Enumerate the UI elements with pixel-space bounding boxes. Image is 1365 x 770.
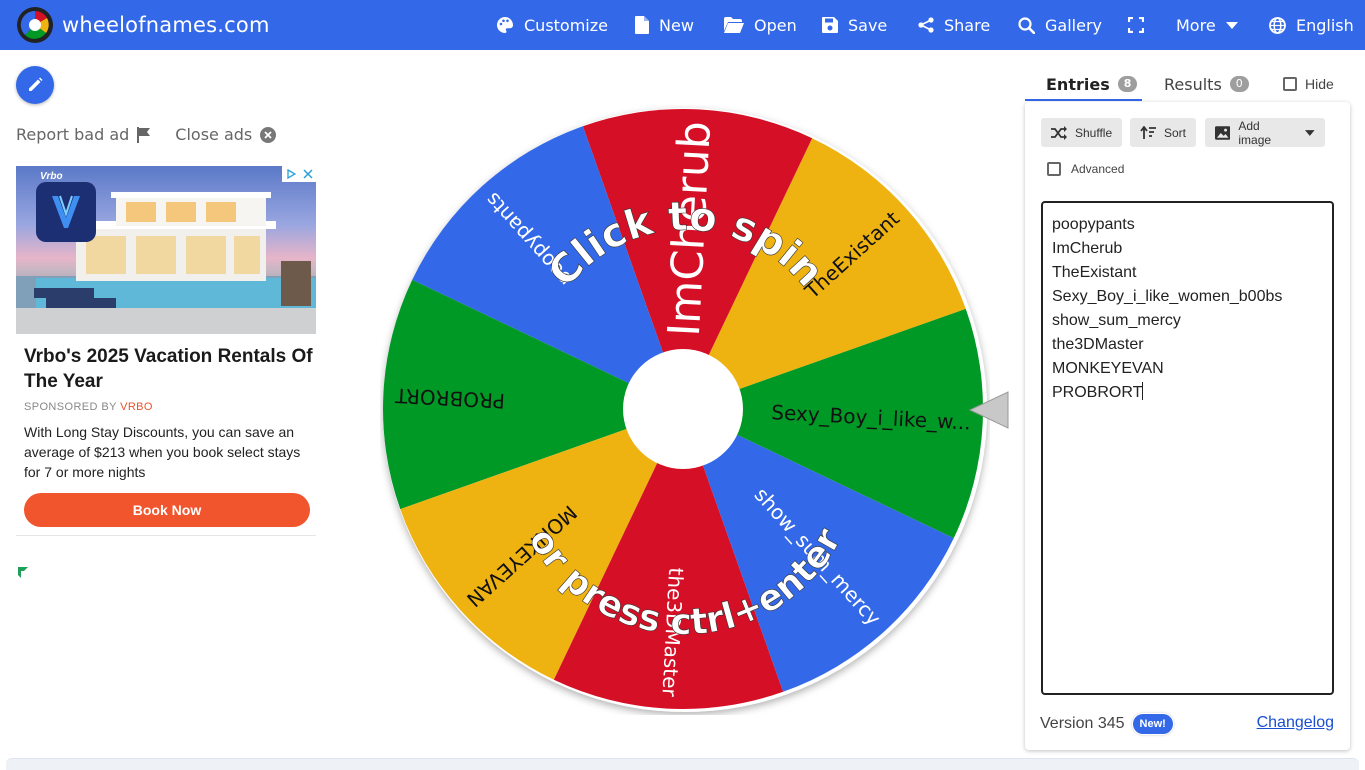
version-label: Version 345: [1040, 715, 1125, 732]
ad-image[interactable]: Vrbo: [16, 166, 316, 334]
nav-customize[interactable]: Customize: [496, 0, 608, 50]
ad-body: With Long Stay Discounts, you can save a…: [24, 424, 301, 480]
nav-label: New: [659, 15, 694, 35]
vrbo-logo-mark-icon: [52, 195, 80, 228]
folder-open-icon: [724, 17, 744, 33]
freestar-icon[interactable]: [18, 567, 28, 578]
sort-label: Sort: [1164, 125, 1187, 140]
hide-checkbox[interactable]: [1283, 77, 1297, 91]
tab-results-label: Results: [1164, 74, 1222, 94]
nav-new[interactable]: New: [635, 0, 694, 50]
nav-fullscreen[interactable]: [1128, 0, 1144, 50]
new-badge[interactable]: New!: [1132, 714, 1173, 734]
ad-title[interactable]: Vrbo's 2025 Vacation Rentals Of The Year: [24, 344, 314, 394]
globe-icon: [1269, 16, 1286, 34]
entry-line: the3DMaster: [1052, 336, 1144, 353]
bottom-strip: [6, 758, 1359, 770]
search-icon: [1018, 16, 1035, 34]
fullscreen-icon: [1128, 17, 1144, 33]
hide-label: Hide: [1305, 76, 1334, 92]
ad-close-icon: [302, 169, 313, 179]
nav-share[interactable]: Share: [918, 0, 990, 50]
wheel-hub[interactable]: [623, 349, 743, 469]
version-info: Version 345 New!: [1040, 714, 1173, 734]
pencil-icon: [29, 77, 43, 91]
entries-textarea[interactable]: poopypants ImCherub TheExistant Sexy_Boy_i_…: [1041, 201, 1334, 695]
close-ads-label: Close ads: [175, 125, 253, 144]
shuffle-label: Shuffle: [1075, 125, 1113, 140]
nav-label: Gallery: [1045, 15, 1102, 35]
edit-button[interactable]: [16, 66, 54, 104]
changelog-link[interactable]: Changelog: [1257, 714, 1334, 732]
adchoices-icon: [286, 169, 296, 179]
results-count-badge: 0: [1229, 76, 1249, 92]
vrbo-logo: [36, 182, 96, 242]
ad-sponsor: SPONSORED BY VRBO: [24, 401, 153, 413]
nav-open[interactable]: Open: [724, 0, 797, 50]
palette-icon: [497, 17, 513, 33]
report-bad-ad-link[interactable]: Report bad ad: [16, 125, 151, 144]
nav-label: Open: [754, 15, 797, 35]
top-bar: wheelofnames.com Customize New Open Save…: [0, 0, 1365, 50]
entry-line: poopypants: [1052, 216, 1135, 233]
ad-choices[interactable]: [282, 166, 316, 182]
nav-gallery[interactable]: Gallery: [1018, 0, 1102, 50]
wheel[interactable]: TheExistant ImCherub poopypants PROBRORT MON…: [380, 105, 990, 715]
entry-line: Sexy_Boy_i_like_women_b00bs: [1052, 288, 1283, 305]
text-cursor: [1142, 382, 1144, 400]
entry-line: PROBRORT: [1052, 382, 1144, 401]
entry-line: show_sum_mercy: [1052, 312, 1181, 329]
chevron-down-icon: [1225, 22, 1238, 29]
wheel-pointer-icon: [968, 391, 1009, 429]
chevron-down-icon: [1305, 129, 1315, 136]
nav-label: Customize: [524, 15, 608, 35]
report-label: Report bad ad: [16, 125, 130, 144]
nav-language[interactable]: English: [1269, 0, 1354, 50]
hide-toggle[interactable]: Hide: [1283, 76, 1334, 92]
ad-controls: Report bad ad Close ads: [16, 125, 277, 144]
sort-button[interactable]: Sort: [1130, 118, 1197, 147]
share-icon: [918, 17, 934, 33]
floppy-icon: [822, 17, 838, 33]
file-icon: [635, 16, 649, 34]
flag-icon: [137, 126, 151, 143]
nav-save[interactable]: Save: [822, 0, 887, 50]
nav-label: Share: [944, 15, 991, 35]
wheel-logo-icon[interactable]: [16, 6, 54, 44]
entries-panel: Shuffle Sort Add image Advanced poopypan…: [1025, 102, 1350, 750]
sponsored-by-label: SPONSORED BY: [24, 401, 117, 413]
active-tab-indicator: [1025, 99, 1142, 101]
ad-divider: [16, 535, 316, 536]
book-now-button[interactable]: Book Now: [24, 493, 310, 527]
brand-name[interactable]: wheelofnames.com: [62, 13, 270, 37]
tab-entries-label: Entries: [1046, 74, 1110, 94]
entry-line: MONKEYEVAN: [1052, 360, 1164, 377]
entry-line: ImCherub: [1052, 240, 1123, 257]
tab-entries[interactable]: Entries 8: [1046, 66, 1138, 102]
nav-label: Save: [848, 15, 888, 35]
add-image-label: Add image: [1238, 118, 1272, 147]
shuffle-button[interactable]: Shuffle: [1041, 118, 1123, 147]
tab-results[interactable]: Results 0: [1164, 66, 1249, 102]
nav-label: More: [1176, 15, 1216, 35]
nav-more[interactable]: More: [1176, 0, 1238, 50]
sponsor-name: VRBO: [120, 401, 153, 413]
ad-brand-mark: Vrbo: [40, 171, 63, 182]
advanced-label: Advanced: [1071, 162, 1125, 176]
wheel-canvas[interactable]: TheExistantImCherubpoopypantsPROBRORTMON…: [380, 105, 990, 715]
advanced-checkbox[interactable]: [1047, 162, 1061, 176]
sort-icon: [1140, 125, 1156, 139]
nav-label: English: [1296, 15, 1354, 35]
close-ads-link[interactable]: Close ads: [175, 125, 277, 144]
image-icon: [1215, 125, 1231, 140]
entries-count-badge: 8: [1117, 76, 1138, 92]
entry-line: TheExistant: [1052, 264, 1137, 281]
close-circle-icon: [260, 126, 277, 143]
add-image-button[interactable]: Add image: [1205, 118, 1325, 147]
shuffle-icon: [1051, 125, 1067, 140]
advanced-toggle[interactable]: Advanced: [1047, 162, 1124, 176]
